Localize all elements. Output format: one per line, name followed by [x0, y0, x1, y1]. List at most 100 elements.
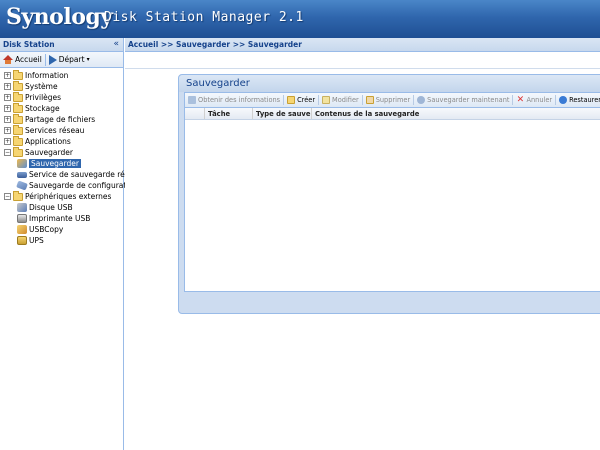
window-title: Sauvegarder	[179, 75, 600, 92]
restore-icon	[559, 96, 568, 104]
expand-icon[interactable]: +	[4, 94, 11, 101]
tree-item-label: Applications	[25, 137, 71, 146]
tree-item-usb-printer[interactable]: Imprimante USB	[4, 213, 123, 224]
start-button-label: Départ	[58, 55, 85, 64]
folder-icon	[13, 124, 23, 135]
product-title: Disk Station Manager 2.1	[104, 10, 304, 25]
left-panel-title: Disk Station	[3, 40, 55, 49]
tree-item-systeme[interactable]: + Système	[4, 80, 123, 92]
config-backup-icon	[16, 180, 28, 191]
toolbar-separator	[44, 53, 46, 66]
tree-item-information[interactable]: + Information	[4, 69, 123, 81]
toolbar-separator	[318, 95, 320, 105]
folder-icon	[13, 69, 23, 80]
start-icon	[48, 54, 57, 65]
backup-now-icon	[417, 96, 426, 104]
backup-now-button[interactable]: Sauvegarder maintenant	[417, 96, 509, 104]
tree-item-privileges[interactable]: + Privilèges	[4, 91, 123, 103]
tree-item-label: Disque USB	[29, 203, 73, 212]
nav-tree: + Information + Système + Privilèges + S…	[0, 68, 143, 246]
start-button[interactable]: Départ ▾	[48, 54, 90, 65]
main-top-strip	[125, 53, 600, 69]
tree-item-label: Stockage	[25, 104, 60, 113]
tree-item-label: Information	[25, 71, 69, 80]
tree-item-label: Système	[25, 82, 58, 91]
top-banner: Synology Disk Station Manager 2.1	[0, 0, 600, 38]
button-label: Restaurer	[569, 96, 600, 104]
expand-icon[interactable]: +	[4, 127, 11, 134]
toolbar-separator	[361, 95, 363, 105]
delete-button[interactable]: Supprimer	[365, 96, 411, 104]
button-label: Supprimer	[375, 96, 411, 104]
tree-item-label: USBCopy	[29, 225, 64, 234]
expand-icon[interactable]: +	[4, 105, 11, 112]
folder-icon	[13, 102, 23, 113]
tree-item-label: UPS	[29, 236, 44, 245]
folder-icon	[13, 135, 23, 146]
window-toolbar: Obtenir des informations Créer Modifier …	[184, 92, 600, 107]
tree-item-sauvegarder-sub[interactable]: Sauvegarder	[4, 158, 123, 169]
column-header-task[interactable]: Tâche	[205, 108, 253, 119]
restore-button[interactable]: Restaurer	[559, 96, 600, 104]
tree-item-label: Sauvegarder	[25, 148, 73, 157]
home-button-label: Accueil	[15, 55, 42, 64]
synology-logo: Synology	[6, 4, 113, 30]
tree-item-sauvegarder[interactable]: − Sauvegarder	[4, 146, 123, 158]
left-toolbar: Accueil Départ ▾	[0, 52, 123, 68]
tree-item-stockage[interactable]: + Stockage	[4, 102, 123, 114]
column-header-select[interactable]	[185, 108, 205, 119]
column-header-backup-type[interactable]: Type de sauve...	[253, 108, 312, 119]
usbcopy-icon	[17, 225, 27, 234]
home-button[interactable]: Accueil	[3, 55, 42, 64]
tree-item-ups[interactable]: UPS	[4, 235, 123, 246]
create-icon	[287, 96, 296, 104]
breadcrumb-text: Accueil >> Sauvegarder >> Sauvegarder	[128, 40, 302, 49]
ups-icon	[17, 236, 27, 245]
home-icon	[3, 55, 13, 64]
collapse-icon[interactable]: −	[4, 193, 11, 200]
folder-open-icon	[13, 190, 23, 201]
expand-icon[interactable]: +	[4, 72, 11, 79]
tree-item-usb-disk[interactable]: Disque USB	[4, 202, 123, 213]
create-button[interactable]: Créer	[287, 96, 315, 104]
button-label: Obtenir des informations	[198, 96, 281, 104]
delete-icon	[365, 96, 374, 104]
tree-item-label: Périphériques externes	[25, 192, 112, 201]
collapse-icon[interactable]: −	[4, 149, 11, 156]
backup-task-grid: Tâche Type de sauve... Contenus de la sa…	[184, 107, 600, 292]
tree-item-config-backup[interactable]: Sauvegarde de configuration	[4, 180, 138, 191]
toolbar-separator	[555, 95, 557, 105]
folder-open-icon	[13, 146, 23, 157]
tree-item-label: Partage de fichiers	[25, 115, 96, 124]
cancel-button[interactable]: ✕ Annuler	[516, 95, 553, 105]
folder-icon	[13, 113, 23, 124]
column-header-backup-contents[interactable]: Contenus de la sauvegarde	[312, 108, 422, 119]
tree-item-label: Imprimante USB	[29, 214, 91, 223]
left-panel: Disk Station « Accueil Départ ▾ + Inform…	[0, 38, 143, 450]
tree-item-usbcopy[interactable]: USBCopy	[4, 224, 123, 235]
tree-item-applications[interactable]: + Applications	[4, 135, 123, 147]
tree-item-network-backup[interactable]: Service de sauvegarde réseau	[4, 169, 143, 180]
tree-item-label: Sauvegarde de configuration	[29, 181, 138, 190]
button-label: Sauvegarder maintenant	[427, 96, 510, 104]
expand-icon[interactable]: +	[4, 138, 11, 145]
tree-item-partage[interactable]: + Partage de fichiers	[4, 113, 123, 125]
left-panel-header: Disk Station «	[0, 38, 123, 52]
cancel-icon: ✕	[516, 95, 525, 105]
tree-item-label: Privilèges	[25, 93, 62, 102]
tree-item-peripheriques[interactable]: − Périphériques externes	[4, 190, 123, 202]
expand-icon[interactable]: +	[4, 116, 11, 123]
main-area: Sauvegarder Obtenir des informations Cré…	[125, 53, 600, 450]
button-label: Créer	[297, 96, 316, 104]
edit-icon	[322, 96, 331, 104]
get-info-button[interactable]: Obtenir des informations	[188, 96, 280, 104]
toolbar-separator	[283, 95, 285, 105]
edit-button[interactable]: Modifier	[322, 96, 359, 104]
backup-icon	[17, 159, 27, 168]
collapse-panel-icon[interactable]: «	[113, 39, 119, 49]
expand-icon[interactable]: +	[4, 83, 11, 90]
tree-item-services-reseau[interactable]: + Services réseau	[4, 124, 123, 136]
info-icon	[188, 96, 196, 104]
button-label: Annuler	[526, 96, 553, 104]
dropdown-caret-icon: ▾	[86, 56, 90, 63]
